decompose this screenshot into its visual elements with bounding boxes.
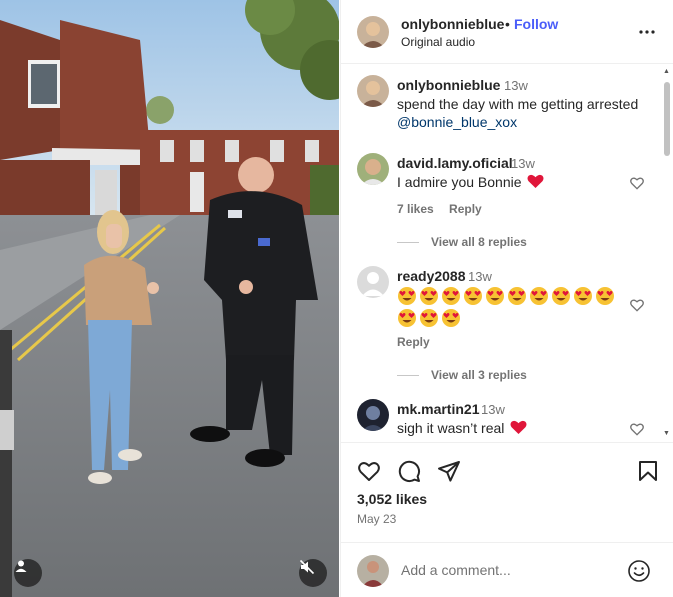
comment-meta: Reply [397, 335, 442, 349]
mute-button[interactable] [299, 559, 327, 587]
scrollbar-thumb[interactable] [664, 82, 670, 156]
heart-eyes-emoji [464, 287, 482, 305]
comment-avatar[interactable] [357, 153, 389, 185]
heart-eyes-emoji [398, 309, 416, 327]
comments-list[interactable]: onlybonnieblue 13w spend the day with me… [341, 65, 673, 441]
comments-scrollbar[interactable]: ▲ ▼ [663, 68, 671, 440]
heart-eyes-emoji [398, 287, 416, 305]
mute-icon [299, 559, 315, 575]
heart-eyes-emoji [486, 287, 504, 305]
caption-mention[interactable]: @bonnie_blue_xox [397, 113, 517, 131]
comment-time: 13w [511, 156, 535, 171]
post-header: onlybonnieblue • Follow Original audio [341, 0, 673, 64]
share-icon[interactable] [437, 459, 461, 483]
comment-avatar[interactable] [357, 266, 389, 298]
comment-meta: 7 likes Reply [397, 202, 494, 216]
like-comment-icon[interactable] [629, 297, 645, 313]
add-comment-bar [341, 542, 673, 597]
replies-divider [397, 242, 419, 244]
comment-icon[interactable] [397, 459, 421, 483]
comment-text: sigh it wasn’t real [397, 419, 527, 437]
author-avatar[interactable] [357, 16, 389, 48]
reply-button[interactable]: Reply [397, 335, 430, 349]
heart-eyes-emoji [596, 287, 614, 305]
heart-eyes-emoji [442, 309, 460, 327]
scroll-down-arrow[interactable]: ▼ [663, 430, 670, 437]
comment-time: 13w [468, 269, 492, 284]
comment-text-content: sigh it wasn’t real [397, 420, 505, 436]
like-icon[interactable] [357, 459, 381, 483]
author-username[interactable]: onlybonnieblue [401, 16, 504, 32]
post-date: May 23 [357, 512, 397, 526]
comment-username[interactable]: ready2088 [397, 268, 466, 284]
more-options-button[interactable] [637, 22, 657, 42]
view-replies-label: View all 8 replies [431, 235, 527, 249]
heart-eyes-emoji [530, 287, 548, 305]
heart-eyes-emoji [420, 287, 438, 305]
reply-button[interactable]: Reply [449, 202, 482, 216]
add-comment-input[interactable] [401, 562, 611, 578]
comment-username[interactable]: david.lamy.oficial [397, 155, 513, 171]
comment-emoji-row [397, 286, 617, 328]
replies-divider [397, 375, 419, 377]
heart-eyes-emoji [574, 287, 592, 305]
post-detail-panel: onlybonnieblue • Follow Original audio o… [340, 0, 673, 597]
caption-avatar[interactable] [357, 75, 389, 107]
like-comment-icon[interactable] [629, 175, 645, 191]
comment-text-content: I admire you Bonnie [397, 174, 522, 190]
heart-eyes-emoji [442, 287, 460, 305]
comment-time: 13w [481, 402, 505, 417]
heart-eyes-emoji [508, 287, 526, 305]
comment-username[interactable]: mk.martin21 [397, 401, 479, 417]
comment-avatar[interactable] [357, 399, 389, 431]
emoji-icon[interactable] [627, 559, 651, 583]
post-media[interactable] [0, 0, 339, 597]
post-photo [0, 0, 339, 597]
view-replies-button[interactable]: View all 3 replies [397, 368, 527, 382]
red-heart-emoji [527, 174, 544, 188]
heart-eyes-emoji [420, 309, 438, 327]
save-icon[interactable] [636, 459, 660, 483]
follow-button[interactable]: Follow [514, 16, 558, 32]
audio-link[interactable]: Original audio [401, 35, 475, 49]
comment-text: I admire you Bonnie [397, 173, 544, 191]
caption-username[interactable]: onlybonnieblue [397, 77, 500, 93]
scroll-up-arrow[interactable]: ▲ [663, 68, 670, 75]
caption-time: 13w [504, 78, 528, 93]
user-tag-icon [15, 560, 27, 572]
current-user-avatar [357, 555, 389, 587]
post-actions: 3,052 likes May 23 [341, 442, 673, 542]
separator-dot: • [505, 16, 510, 32]
like-comment-icon[interactable] [629, 421, 645, 437]
heart-eyes-emoji [552, 287, 570, 305]
comment-likes[interactable]: 7 likes [397, 202, 434, 216]
caption-text: spend the day with me getting arrested [397, 96, 639, 112]
likes-count[interactable]: 3,052 likes [357, 491, 427, 507]
view-replies-label: View all 3 replies [431, 368, 527, 382]
tagged-users-button[interactable] [14, 559, 42, 587]
red-heart-emoji [510, 420, 527, 434]
more-icon [639, 30, 655, 34]
view-replies-button[interactable]: View all 8 replies [397, 235, 527, 249]
